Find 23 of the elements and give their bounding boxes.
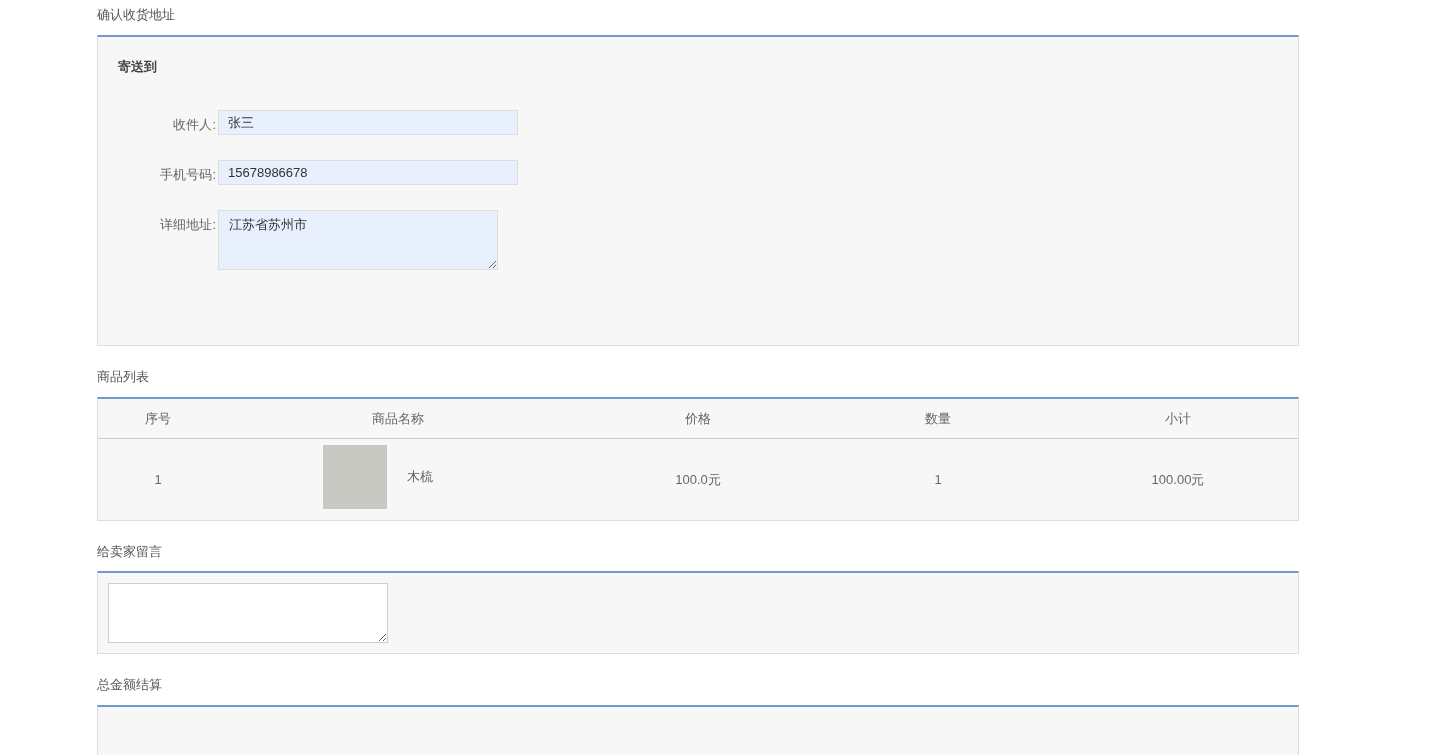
field-label: 收件人: [172, 116, 217, 134]
column-header: 序号 [98, 398, 218, 439]
section-title: 商品列表 [97, 368, 149, 386]
section-title: 确认收货地址 [97, 6, 175, 24]
column-header: 价格 [578, 398, 818, 439]
table-cell: 100.00元 [1058, 438, 1298, 520]
message-textarea[interactable] [108, 583, 388, 643]
product-name: 木梳 [407, 467, 433, 486]
column-header: 商品名称 [218, 398, 578, 439]
column-header: 数量 [818, 398, 1058, 439]
address-textarea[interactable]: 江苏省苏州市 [218, 210, 498, 270]
column-header: 小计 [1058, 398, 1298, 439]
input-field[interactable]: 15678986678 [218, 160, 518, 185]
section-title: 给卖家留言 [97, 542, 162, 561]
field-label: 手机号码: [159, 166, 217, 184]
field-label: 详细地址: [159, 216, 217, 234]
section-title: 总金额结算 [97, 676, 162, 694]
table-cell: 1 [98, 438, 218, 520]
table-cell: 100.0元 [578, 438, 818, 520]
subtitle: 寄送到 [118, 57, 157, 76]
table-cell: 1 [818, 438, 1058, 520]
input-field[interactable]: 张三 [218, 110, 518, 135]
photo-placeholder [323, 444, 387, 509]
